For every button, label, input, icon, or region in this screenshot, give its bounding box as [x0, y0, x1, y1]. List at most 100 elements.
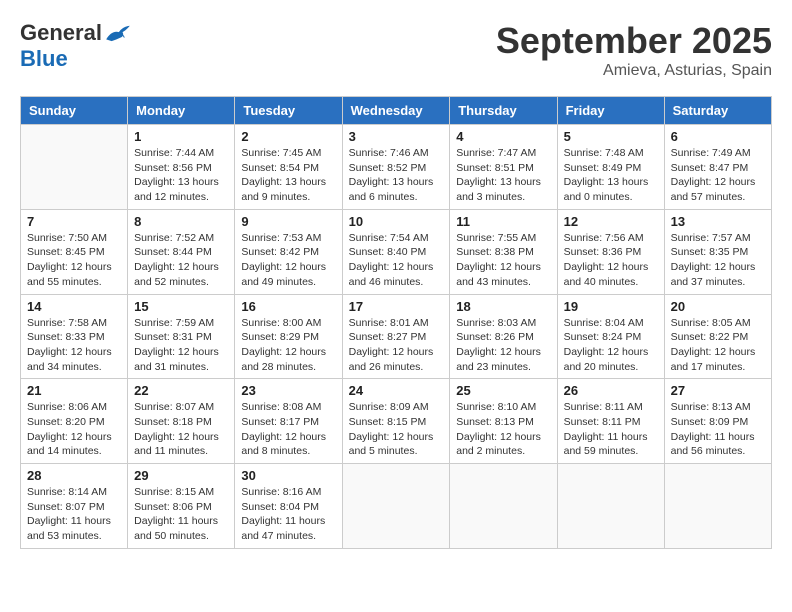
logo: General Blue — [20, 20, 132, 72]
logo-bird-icon — [104, 23, 132, 43]
day-info: Sunrise: 7:45 AMSunset: 8:54 PMDaylight:… — [241, 146, 335, 205]
calendar-cell: 2 Sunrise: 7:45 AMSunset: 8:54 PMDaylight… — [235, 125, 342, 210]
day-info: Sunrise: 7:50 AMSunset: 8:45 PMDaylight:… — [27, 231, 121, 290]
calendar-cell: 6 Sunrise: 7:49 AMSunset: 8:47 PMDaylight… — [664, 125, 771, 210]
calendar-cell: 1 Sunrise: 7:44 AMSunset: 8:56 PMDaylight… — [128, 125, 235, 210]
day-info: Sunrise: 8:11 AMSunset: 8:11 PMDaylight:… — [564, 400, 658, 459]
day-number: 2 — [241, 129, 335, 144]
calendar-cell: 19 Sunrise: 8:04 AMSunset: 8:24 PMDayligh… — [557, 294, 664, 379]
calendar-cell: 4 Sunrise: 7:47 AMSunset: 8:51 PMDaylight… — [450, 125, 557, 210]
day-info: Sunrise: 7:46 AMSunset: 8:52 PMDaylight:… — [349, 146, 444, 205]
day-number: 26 — [564, 383, 658, 398]
day-info: Sunrise: 8:03 AMSunset: 8:26 PMDaylight:… — [456, 316, 550, 375]
calendar-table: SundayMondayTuesdayWednesdayThursdayFrid… — [20, 96, 772, 549]
calendar-cell: 24 Sunrise: 8:09 AMSunset: 8:15 PMDayligh… — [342, 379, 450, 464]
day-info: Sunrise: 7:54 AMSunset: 8:40 PMDaylight:… — [349, 231, 444, 290]
calendar-cell: 7 Sunrise: 7:50 AMSunset: 8:45 PMDaylight… — [21, 209, 128, 294]
day-number: 9 — [241, 214, 335, 229]
calendar-week-row: 7 Sunrise: 7:50 AMSunset: 8:45 PMDaylight… — [21, 209, 772, 294]
day-info: Sunrise: 7:55 AMSunset: 8:38 PMDaylight:… — [456, 231, 550, 290]
day-info: Sunrise: 7:44 AMSunset: 8:56 PMDaylight:… — [134, 146, 228, 205]
day-info: Sunrise: 8:00 AMSunset: 8:29 PMDaylight:… — [241, 316, 335, 375]
calendar-cell: 26 Sunrise: 8:11 AMSunset: 8:11 PMDayligh… — [557, 379, 664, 464]
day-info: Sunrise: 7:49 AMSunset: 8:47 PMDaylight:… — [671, 146, 765, 205]
calendar-cell: 21Sunrise: 8:06 AMSunset: 8:20 PMDayligh… — [21, 379, 128, 464]
day-info: Sunrise: 7:53 AMSunset: 8:42 PMDaylight:… — [241, 231, 335, 290]
day-number: 7 — [27, 214, 121, 229]
calendar-body: 1 Sunrise: 7:44 AMSunset: 8:56 PMDaylight… — [21, 125, 772, 549]
day-info: Sunrise: 8:07 AMSunset: 8:18 PMDaylight:… — [134, 400, 228, 459]
day-number: 5 — [564, 129, 658, 144]
calendar-cell: 14 Sunrise: 7:58 AMSunset: 8:33 PMDayligh… — [21, 294, 128, 379]
weekday-header-wednesday: Wednesday — [342, 97, 450, 125]
calendar-cell: 16 Sunrise: 8:00 AMSunset: 8:29 PMDayligh… — [235, 294, 342, 379]
calendar-week-row: 28Sunrise: 8:14 AMSunset: 8:07 PMDayligh… — [21, 464, 772, 549]
day-info: Sunrise: 7:47 AMSunset: 8:51 PMDaylight:… — [456, 146, 550, 205]
day-info: Sunrise: 8:16 AMSunset: 8:04 PMDaylight:… — [241, 485, 335, 544]
calendar-cell: 11 Sunrise: 7:55 AMSunset: 8:38 PMDayligh… — [450, 209, 557, 294]
calendar-week-row: 1 Sunrise: 7:44 AMSunset: 8:56 PMDaylight… — [21, 125, 772, 210]
day-info: Sunrise: 7:58 AMSunset: 8:33 PMDaylight:… — [27, 316, 121, 375]
weekday-header-tuesday: Tuesday — [235, 97, 342, 125]
calendar-week-row: 14 Sunrise: 7:58 AMSunset: 8:33 PMDayligh… — [21, 294, 772, 379]
day-number: 1 — [134, 129, 228, 144]
day-number: 30 — [241, 468, 335, 483]
calendar-header: SundayMondayTuesdayWednesdayThursdayFrid… — [21, 97, 772, 125]
calendar-cell: 30 Sunrise: 8:16 AMSunset: 8:04 PMDayligh… — [235, 464, 342, 549]
day-number: 13 — [671, 214, 765, 229]
day-number: 17 — [349, 299, 444, 314]
weekday-header-friday: Friday — [557, 97, 664, 125]
calendar-cell: 8 Sunrise: 7:52 AMSunset: 8:44 PMDaylight… — [128, 209, 235, 294]
day-number: 18 — [456, 299, 550, 314]
day-number: 12 — [564, 214, 658, 229]
day-number: 4 — [456, 129, 550, 144]
day-number: 20 — [671, 299, 765, 314]
day-info: Sunrise: 7:59 AMSunset: 8:31 PMDaylight:… — [134, 316, 228, 375]
day-info: Sunrise: 8:08 AMSunset: 8:17 PMDaylight:… — [241, 400, 335, 459]
day-info: Sunrise: 8:04 AMSunset: 8:24 PMDaylight:… — [564, 316, 658, 375]
calendar-cell: 3Sunrise: 7:46 AMSunset: 8:52 PMDaylight… — [342, 125, 450, 210]
page-header: General Blue September 2025 Amieva, Astu… — [20, 20, 772, 80]
day-number: 23 — [241, 383, 335, 398]
calendar-cell: 17 Sunrise: 8:01 AMSunset: 8:27 PMDayligh… — [342, 294, 450, 379]
calendar-cell: 13 Sunrise: 7:57 AMSunset: 8:35 PMDayligh… — [664, 209, 771, 294]
day-number: 16 — [241, 299, 335, 314]
day-info: Sunrise: 7:48 AMSunset: 8:49 PMDaylight:… — [564, 146, 658, 205]
day-number: 6 — [671, 129, 765, 144]
calendar-cell: 5 Sunrise: 7:48 AMSunset: 8:49 PMDaylight… — [557, 125, 664, 210]
day-number: 11 — [456, 214, 550, 229]
month-title: September 2025 — [496, 20, 772, 62]
day-info: Sunrise: 7:56 AMSunset: 8:36 PMDaylight:… — [564, 231, 658, 290]
calendar-cell: 18 Sunrise: 8:03 AMSunset: 8:26 PMDayligh… — [450, 294, 557, 379]
day-info: Sunrise: 8:10 AMSunset: 8:13 PMDaylight:… — [456, 400, 550, 459]
calendar-cell: 12 Sunrise: 7:56 AMSunset: 8:36 PMDayligh… — [557, 209, 664, 294]
day-number: 22 — [134, 383, 228, 398]
calendar-cell: 10 Sunrise: 7:54 AMSunset: 8:40 PMDayligh… — [342, 209, 450, 294]
day-number: 10 — [349, 214, 444, 229]
day-number: 19 — [564, 299, 658, 314]
calendar-cell: 15Sunrise: 7:59 AMSunset: 8:31 PMDayligh… — [128, 294, 235, 379]
day-number: 25 — [456, 383, 550, 398]
day-number: 8 — [134, 214, 228, 229]
calendar-cell: 29Sunrise: 8:15 AMSunset: 8:06 PMDayligh… — [128, 464, 235, 549]
calendar-week-row: 21Sunrise: 8:06 AMSunset: 8:20 PMDayligh… — [21, 379, 772, 464]
weekday-header-row: SundayMondayTuesdayWednesdayThursdayFrid… — [21, 97, 772, 125]
calendar-cell: 27Sunrise: 8:13 AMSunset: 8:09 PMDayligh… — [664, 379, 771, 464]
calendar-cell: 28Sunrise: 8:14 AMSunset: 8:07 PMDayligh… — [21, 464, 128, 549]
weekday-header-saturday: Saturday — [664, 97, 771, 125]
title-area: September 2025 Amieva, Asturias, Spain — [496, 20, 772, 80]
logo-general-text: General — [20, 20, 102, 46]
day-info: Sunrise: 7:57 AMSunset: 8:35 PMDaylight:… — [671, 231, 765, 290]
day-number: 14 — [27, 299, 121, 314]
calendar-cell — [21, 125, 128, 210]
day-info: Sunrise: 8:06 AMSunset: 8:20 PMDaylight:… — [27, 400, 121, 459]
day-number: 29 — [134, 468, 228, 483]
day-info: Sunrise: 8:01 AMSunset: 8:27 PMDaylight:… — [349, 316, 444, 375]
calendar-cell — [450, 464, 557, 549]
day-info: Sunrise: 8:09 AMSunset: 8:15 PMDaylight:… — [349, 400, 444, 459]
calendar-cell: 22 Sunrise: 8:07 AMSunset: 8:18 PMDayligh… — [128, 379, 235, 464]
day-info: Sunrise: 7:52 AMSunset: 8:44 PMDaylight:… — [134, 231, 228, 290]
calendar-cell: 23 Sunrise: 8:08 AMSunset: 8:17 PMDayligh… — [235, 379, 342, 464]
day-number: 24 — [349, 383, 444, 398]
calendar-cell: 9 Sunrise: 7:53 AMSunset: 8:42 PMDaylight… — [235, 209, 342, 294]
